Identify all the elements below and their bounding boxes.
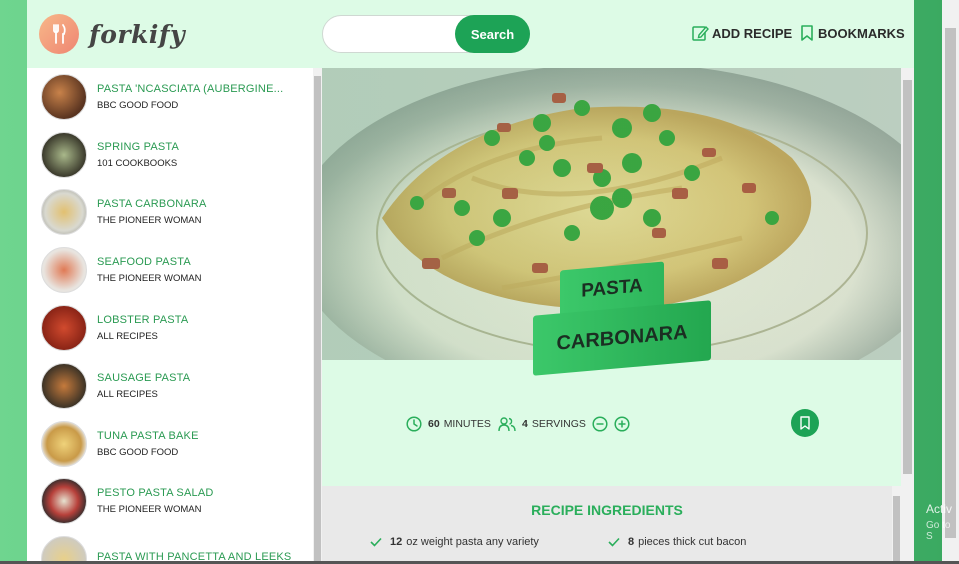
header: forkify Search ADD RECIPE BOOKMARKS <box>27 0 914 68</box>
bookmark-recipe-button[interactable] <box>791 409 819 437</box>
increase-servings-icon[interactable] <box>614 416 630 432</box>
recipe-thumbnail <box>41 189 87 236</box>
users-icon <box>498 417 516 432</box>
ingredient-quantity: 12 <box>390 536 403 548</box>
ingredients-scroll-thumb[interactable] <box>893 496 900 564</box>
check-icon <box>608 537 620 547</box>
fork-knife-icon <box>39 14 79 54</box>
recipe-view: PASTA CARBONARA 60 MINUTES 4 SERVINGS RE… <box>322 68 901 564</box>
ingredients-heading: RECIPE INGREDIENTS <box>531 502 683 518</box>
result-publisher: BBC GOOD FOOD <box>97 99 179 111</box>
search-form: Search <box>322 15 530 53</box>
result-item[interactable]: PESTO PASTA SALAD THE PIONEER WOMAN <box>27 473 313 531</box>
bookmarks-button[interactable]: BOOKMARKS <box>799 24 905 42</box>
result-publisher: 101 COOKBOOKS <box>97 157 178 169</box>
ingredient-description: pieces thick cut bacon <box>638 536 747 548</box>
ingredient-item: 12 oz weight pasta any variety <box>370 536 539 548</box>
result-title: PASTA CARBONARA <box>97 198 207 211</box>
search-button[interactable]: Search <box>455 15 530 53</box>
cooking-time: 60 MINUTES <box>406 416 491 432</box>
result-publisher: THE PIONEER WOMAN <box>97 215 202 227</box>
activation-watermark-sub: Go to S <box>926 520 951 542</box>
search-input[interactable] <box>337 25 447 45</box>
result-item[interactable]: TUNA PASTA BAKE BBC GOOD FOOD <box>27 415 313 473</box>
recipe-thumbnail <box>41 362 87 409</box>
result-title: SEAFOOD PASTA <box>97 256 191 269</box>
app-window: forkify Search ADD RECIPE BOOKMARKS PAST… <box>27 0 914 564</box>
cooking-time-unit: MINUTES <box>443 418 491 430</box>
servings-value: 4 <box>522 418 528 430</box>
check-icon <box>370 537 382 547</box>
result-item[interactable]: SEAFOOD PASTA THE PIONEER WOMAN <box>27 241 313 299</box>
activation-watermark: Activ <box>926 502 953 516</box>
ingredient-quantity: 8 <box>628 536 635 548</box>
recipe-thumbnail <box>41 73 87 120</box>
bookmark-icon <box>801 25 813 41</box>
recipe-thumbnail <box>41 420 87 467</box>
result-item[interactable]: SPRING PASTA 101 COOKBOOKS <box>27 126 313 184</box>
recipe-thumbnail <box>41 478 87 525</box>
cooking-time-value: 60 <box>428 418 440 430</box>
decrease-servings-icon[interactable] <box>592 416 608 432</box>
recipe-scroll-thumb[interactable] <box>903 80 912 474</box>
recipe-thumbnail <box>41 131 87 178</box>
window-scrollbar[interactable] <box>942 0 959 564</box>
edit-icon <box>692 25 709 41</box>
result-title: PASTA 'NCASCIATA (AUBERGINE... <box>97 82 284 95</box>
add-recipe-button[interactable]: ADD RECIPE <box>691 24 792 42</box>
result-publisher: ALL RECIPES <box>97 331 158 343</box>
result-title: SPRING PASTA <box>97 140 180 153</box>
bookmark-icon <box>800 416 810 430</box>
ingredients-section: RECIPE INGREDIENTS 12 oz weight pasta an… <box>322 486 892 564</box>
bookmarks-label: BOOKMARKS <box>818 25 905 41</box>
result-item[interactable]: PASTA WITH PANCETTA AND LEEKS <box>27 530 313 564</box>
result-title: SAUSAGE PASTA <box>97 371 191 384</box>
result-title: TUNA PASTA BAKE <box>97 429 199 442</box>
recipe-scrollbar[interactable] <box>901 68 914 564</box>
logo[interactable]: forkify <box>39 14 185 54</box>
result-publisher: THE PIONEER WOMAN <box>97 504 202 516</box>
ingredients-scrollbar[interactable] <box>892 486 901 564</box>
recipe-thumbnail <box>41 247 87 294</box>
recipe-details: 60 MINUTES 4 SERVINGS <box>322 408 901 448</box>
window-scroll-thumb[interactable] <box>945 28 956 538</box>
result-item[interactable]: PASTA CARBONARA THE PIONEER WOMAN <box>27 184 313 242</box>
result-publisher: BBC GOOD FOOD <box>97 446 179 458</box>
search-results: PASTA 'NCASCIATA (AUBERGINE... BBC GOOD … <box>27 68 313 564</box>
recipe-thumbnail <box>41 305 87 352</box>
servings: 4 SERVINGS <box>498 416 630 432</box>
result-publisher: THE PIONEER WOMAN <box>97 273 202 285</box>
sidebar-scroll-thumb[interactable] <box>314 76 321 562</box>
add-recipe-label: ADD RECIPE <box>712 25 793 41</box>
result-title: PESTO PASTA SALAD <box>97 487 214 500</box>
result-title: LOBSTER PASTA <box>97 314 189 327</box>
sidebar-scrollbar[interactable] <box>313 68 322 564</box>
ingredient-item: 8 pieces thick cut bacon <box>608 536 746 548</box>
recipe-thumbnail <box>41 536 87 564</box>
result-publisher: ALL RECIPES <box>97 388 158 400</box>
servings-unit: SERVINGS <box>531 418 586 430</box>
result-item[interactable]: PASTA 'NCASCIATA (AUBERGINE... BBC GOOD … <box>27 68 313 126</box>
ingredient-description: oz weight pasta any variety <box>406 536 539 548</box>
clock-icon <box>406 416 422 432</box>
result-item[interactable]: LOBSTER PASTA ALL RECIPES <box>27 299 313 357</box>
result-item[interactable]: SAUSAGE PASTA ALL RECIPES <box>27 357 313 415</box>
logo-text: forkify <box>89 19 186 49</box>
